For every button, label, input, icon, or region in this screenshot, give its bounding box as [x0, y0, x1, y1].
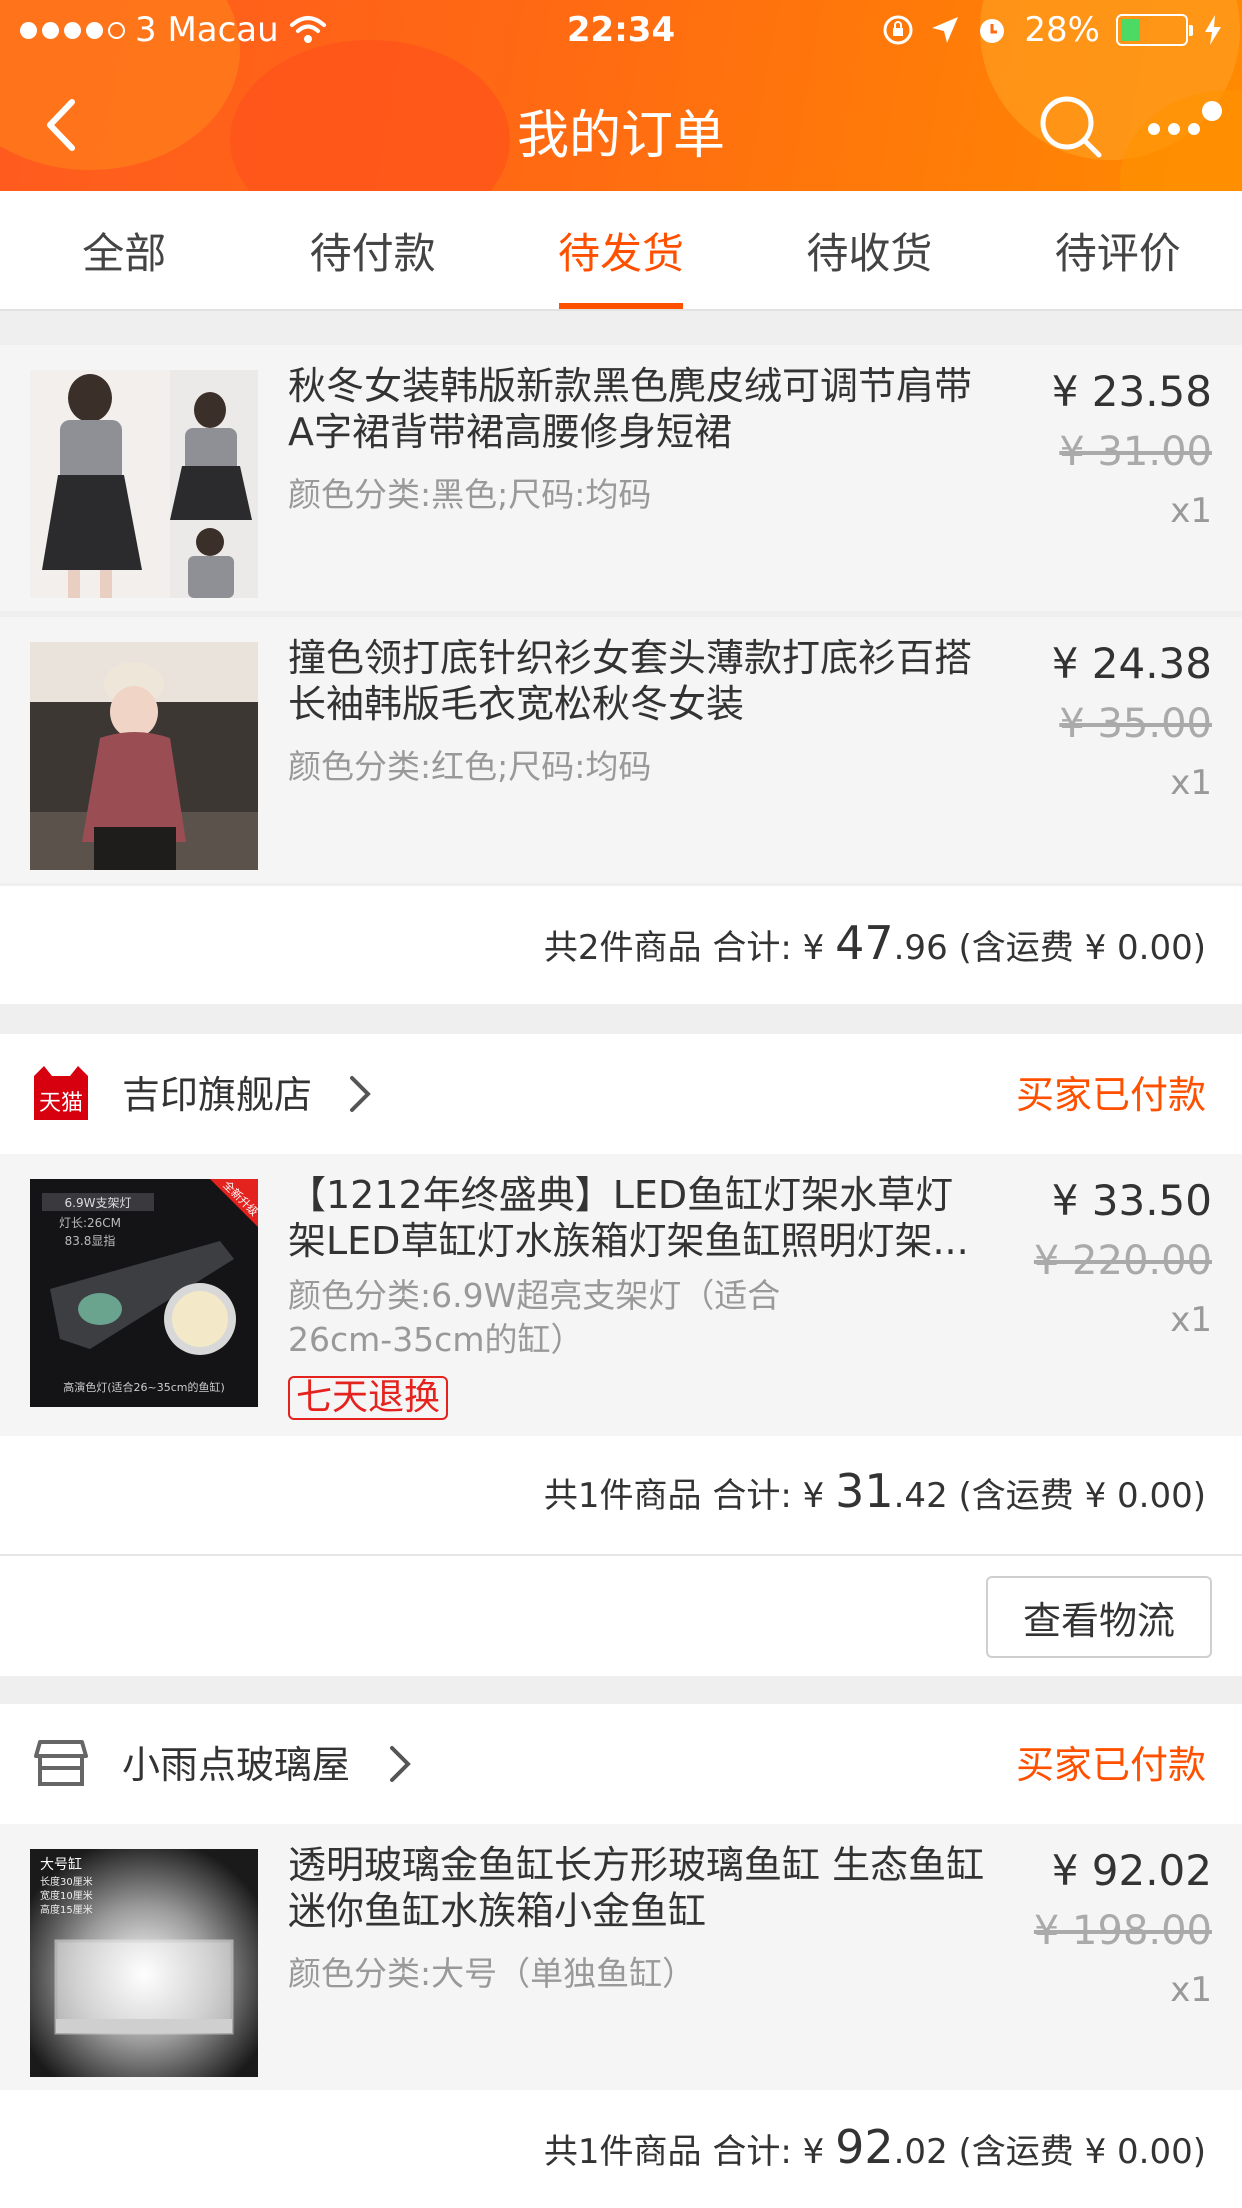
order-item[interactable]: 秋冬女装韩版新款黑色麂皮绒可调节肩带A字裙背带裙高腰修身短裙 颜色分类:黑色;尺… — [0, 345, 1242, 611]
order-summary: 共1件商品 合计: ¥ 31.42 (含运费 ¥ 0.00) — [543, 1464, 1206, 1518]
order-status: 买家已付款 — [1015, 1743, 1206, 1787]
product-spec: 颜色分类:红色;尺码:均码 — [288, 747, 652, 786]
battery-percent: 28% — [1024, 10, 1100, 50]
shop-name[interactable]: 吉印旗舰店 — [122, 1064, 312, 1119]
shop-header[interactable]: 小雨点玻璃屋 买家已付款 — [0, 1704, 1242, 1824]
product-quantity: x1 — [1170, 491, 1212, 531]
chevron-right-icon — [390, 1746, 411, 1782]
product-image: 大号缸 长度30厘米 宽度10厘米 高度15厘米 — [30, 1849, 258, 2077]
order-footer: 共1件商品 合计: ¥ 92.02 (含运费 ¥ 0.00) — [0, 2090, 1242, 2208]
product-price: ¥ 24.38 — [1051, 639, 1212, 688]
svg-text:宽度10厘米: 宽度10厘米 — [40, 1889, 93, 1902]
order-summary: 共2件商品 合计: ¥ 47.96 (含运费 ¥ 0.00) — [543, 916, 1206, 970]
battery-icon — [1116, 14, 1193, 46]
svg-text:6.9W支架灯: 6.9W支架灯 — [65, 1196, 132, 1210]
order-status: 买家已付款 — [1015, 1073, 1206, 1117]
product-quantity: x1 — [1170, 1970, 1212, 2010]
status-bar: 3 Macau 22:34 28% — [0, 0, 1242, 60]
nav-bar: 我的订单 — [0, 65, 1242, 191]
svg-text:大号缸: 大号缸 — [40, 1856, 82, 1873]
order-footer: 共2件商品 合计: ¥ 47.96 (含运费 ¥ 0.00) — [0, 886, 1242, 1004]
product-name[interactable]: 透明玻璃金鱼缸长方形玻璃鱼缸 生态鱼缸 迷你鱼缸水族箱小金鱼缸 — [288, 1842, 988, 1934]
order-footer: 共1件商品 合计: ¥ 31.42 (含运费 ¥ 0.00) 查看物流 — [0, 1436, 1242, 1676]
product-image — [30, 642, 258, 870]
store-icon — [34, 1740, 88, 1786]
product-original-price: ¥ 35.00 — [1059, 701, 1212, 747]
tmall-icon: 天猫 — [34, 1066, 88, 1120]
tab-pending-payment[interactable]: 待付款 — [248, 191, 496, 309]
product-name[interactable]: 撞色领打底针织衫女套头薄款打底衫百搭长袖韩版毛衣宽松秋冬女装 — [288, 635, 988, 727]
product-spec: 颜色分类:黑色;尺码:均码 — [288, 475, 652, 514]
product-quantity: x1 — [1170, 1300, 1212, 1340]
chevron-right-icon — [350, 1076, 371, 1112]
divider — [0, 1554, 1242, 1556]
product-spec: 颜色分类:6.9W超亮支架灯（适合26cm-35cm的缸） — [288, 1276, 781, 1359]
product-price: ¥ 23.58 — [1051, 367, 1212, 416]
order-item[interactable]: 撞色领打底针织衫女套头薄款打底衫百搭长袖韩版毛衣宽松秋冬女装 颜色分类:红色;尺… — [0, 617, 1242, 883]
more-icon[interactable] — [1140, 91, 1230, 163]
product-original-price: ¥ 198.00 — [1033, 1908, 1212, 1954]
order-summary: 共1件商品 合计: ¥ 92.02 (含运费 ¥ 0.00) — [543, 2120, 1206, 2174]
shop-header[interactable]: 天猫 吉印旗舰店 买家已付款 — [0, 1034, 1242, 1154]
product-image: 6.9W支架灯 灯长:26CM 83.8显指 全新升级 高演色灯(适合26~35… — [30, 1179, 258, 1407]
product-original-price: ¥ 220.00 — [1033, 1238, 1212, 1284]
product-spec: 颜色分类:大号（单独鱼缸） — [288, 1954, 696, 1993]
app-header: 3 Macau 22:34 28% 我的订单 — [0, 0, 1242, 191]
svg-text:高演色灯(适合26~35cm的鱼缸): 高演色灯(适合26~35cm的鱼缸) — [63, 1380, 225, 1394]
product-original-price: ¥ 31.00 — [1059, 429, 1212, 475]
product-image — [30, 370, 258, 598]
charging-icon — [1205, 15, 1221, 45]
svg-text:83.8显指: 83.8显指 — [65, 1233, 116, 1248]
order-item[interactable]: 6.9W支架灯 灯长:26CM 83.8显指 全新升级 高演色灯(适合26~35… — [0, 1154, 1242, 1436]
product-price: ¥ 33.50 — [1051, 1176, 1212, 1225]
product-price: ¥ 92.02 — [1051, 1846, 1212, 1895]
tab-pending-receipt[interactable]: 待收货 — [745, 191, 993, 309]
product-quantity: x1 — [1170, 763, 1212, 803]
search-icon[interactable] — [1035, 91, 1107, 163]
svg-text:高度15厘米: 高度15厘米 — [40, 1903, 93, 1916]
seven-day-return-badge: 七天退换 — [288, 1376, 449, 1420]
alarm-icon — [980, 19, 1005, 43]
tab-pending-shipment[interactable]: 待发货 — [497, 191, 745, 309]
product-name[interactable]: 【1212年终盛典】LED鱼缸灯架水草灯架LED草缸灯水族箱灯架鱼缸照明灯架..… — [288, 1172, 988, 1264]
order-item[interactable]: 大号缸 长度30厘米 宽度10厘米 高度15厘米 透明玻璃金鱼缸长方形玻璃鱼缸 … — [0, 1824, 1242, 2090]
rotation-lock-icon — [883, 15, 913, 45]
location-icon — [932, 17, 959, 43]
svg-text:长度30厘米: 长度30厘米 — [40, 1875, 93, 1888]
shop-name[interactable]: 小雨点玻璃屋 — [122, 1734, 350, 1789]
order-tabs: 全部 待付款 待发货 待收货 待评价 — [0, 191, 1242, 311]
tab-all[interactable]: 全部 — [0, 191, 248, 309]
product-name[interactable]: 秋冬女装韩版新款黑色麂皮绒可调节肩带A字裙背带裙高腰修身短裙 — [288, 363, 988, 455]
tab-pending-review[interactable]: 待评价 — [994, 191, 1242, 309]
svg-text:天猫: 天猫 — [39, 1091, 83, 1116]
view-logistics-button[interactable]: 查看物流 — [986, 1576, 1212, 1658]
svg-text:灯长:26CM: 灯长:26CM — [59, 1216, 121, 1230]
